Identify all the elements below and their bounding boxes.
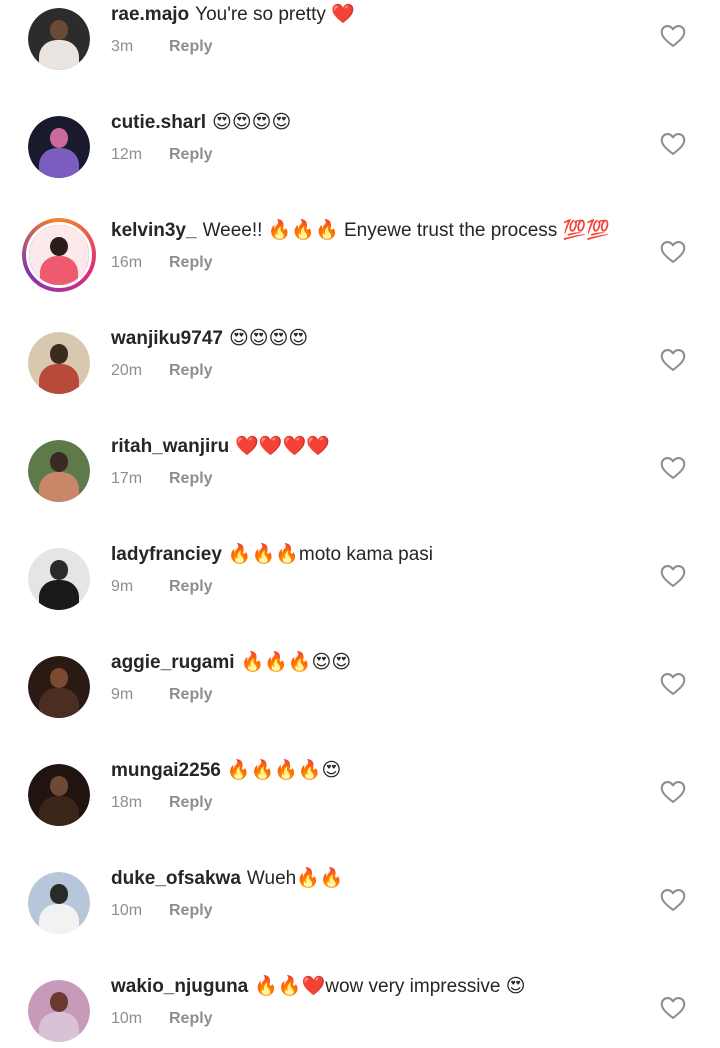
avatar[interactable] [28, 440, 90, 502]
heart-outline-icon[interactable] [660, 564, 686, 588]
avatar[interactable] [22, 218, 96, 292]
reply-button[interactable]: Reply [169, 254, 213, 271]
comment-meta: 12m Reply [111, 144, 213, 166]
comment-item: ritah_wanjiru ❤️❤️❤️❤️ 17m Reply [0, 432, 720, 540]
comment-item: cutie.sharl 😍😍😍😍 12m Reply [0, 108, 720, 216]
comment-timestamp: 10m [111, 902, 143, 919]
comment-text: ❤️❤️❤️❤️ [235, 436, 330, 457]
heart-outline-icon[interactable] [660, 348, 686, 372]
avatar[interactable] [28, 872, 90, 934]
reply-button[interactable]: Reply [169, 470, 213, 487]
comment-body: cutie.sharl 😍😍😍😍 [111, 110, 291, 136]
comment-timestamp: 12m [111, 146, 143, 163]
comment-body: aggie_rugami 🔥🔥🔥😍😍 [111, 650, 351, 676]
comment-meta: 9m Reply [111, 684, 213, 706]
comment-username[interactable]: aggie_rugami [111, 652, 235, 673]
comment-meta: 3m Reply [111, 36, 213, 58]
reply-button[interactable]: Reply [169, 146, 213, 163]
comment-item: ladyfranciey 🔥🔥🔥moto kama pasi 9m Reply [0, 540, 720, 648]
avatar[interactable] [28, 980, 90, 1042]
reply-button[interactable]: Reply [169, 1010, 213, 1027]
comment-body: wanjiku9747 😍😍😍😍 [111, 326, 308, 352]
comment-timestamp: 20m [111, 362, 143, 379]
avatar[interactable] [28, 116, 90, 178]
heart-outline-icon[interactable] [660, 240, 686, 264]
comment-body: rae.majo You're so pretty ❤️ [111, 2, 355, 28]
heart-outline-icon[interactable] [660, 132, 686, 156]
heart-outline-icon[interactable] [660, 24, 686, 48]
avatar[interactable] [28, 764, 90, 826]
comments-list: rae.majo You're so pretty ❤️ 3m Reply cutie.… [0, 0, 720, 1048]
reply-button[interactable]: Reply [169, 794, 213, 811]
comment-username[interactable]: rae.majo [111, 4, 189, 25]
comment-timestamp: 3m [111, 38, 134, 55]
comment-meta: 9m Reply [111, 576, 213, 598]
comment-timestamp: 17m [111, 470, 143, 487]
reply-button[interactable]: Reply [169, 686, 213, 703]
comment-username[interactable]: wakio_njuguna [111, 976, 248, 997]
comment-body: kelvin3y_ Weee!! 🔥🔥🔥 Enyewe trust the pro… [111, 218, 610, 244]
comment-timestamp: 18m [111, 794, 143, 811]
comment-item: aggie_rugami 🔥🔥🔥😍😍 9m Reply [0, 648, 720, 756]
comment-text: 😍😍😍😍 [212, 112, 292, 133]
comment-timestamp: 9m [111, 686, 134, 703]
avatar[interactable] [28, 332, 90, 394]
comment-item: wanjiku9747 😍😍😍😍 20m Reply [0, 324, 720, 432]
comment-username[interactable]: kelvin3y_ [111, 220, 197, 241]
comment-username[interactable]: mungai2256 [111, 760, 221, 781]
comment-meta: 20m Reply [111, 360, 213, 382]
comment-item: duke_ofsakwa Wueh🔥🔥 10m Reply [0, 864, 720, 972]
comment-item: kelvin3y_ Weee!! 🔥🔥🔥 Enyewe trust the pro… [0, 216, 720, 324]
comment-username[interactable]: ritah_wanjiru [111, 436, 229, 457]
comment-text: Wueh🔥🔥 [246, 868, 344, 889]
comment-meta: 17m Reply [111, 468, 213, 490]
reply-button[interactable]: Reply [169, 362, 213, 379]
comment-text: 🔥🔥❤️wow very impressive 😍 [254, 976, 526, 997]
heart-outline-icon[interactable] [660, 672, 686, 696]
comment-text: 🔥🔥🔥🔥😍 [226, 760, 342, 781]
avatar[interactable] [28, 656, 90, 718]
comment-username[interactable]: duke_ofsakwa [111, 868, 241, 889]
comment-text: 😍😍😍😍 [228, 328, 309, 349]
comment-item: mungai2256 🔥🔥🔥🔥😍 18m Reply [0, 756, 720, 864]
avatar[interactable] [28, 548, 90, 610]
comment-timestamp: 16m [111, 254, 143, 271]
comment-body: ritah_wanjiru ❤️❤️❤️❤️ [111, 434, 330, 460]
comment-username[interactable]: wanjiku9747 [111, 328, 223, 349]
comment-body: ladyfranciey 🔥🔥🔥moto kama pasi [111, 542, 433, 568]
comment-body: wakio_njuguna 🔥🔥❤️wow very impressive 😍 [111, 974, 526, 1000]
reply-button[interactable]: Reply [169, 578, 213, 595]
comment-meta: 18m Reply [111, 792, 213, 814]
comment-username[interactable]: cutie.sharl [111, 112, 206, 133]
reply-button[interactable]: Reply [169, 38, 213, 55]
comment-text: You're so pretty ❤️ [195, 4, 355, 25]
comment-meta: 10m Reply [111, 900, 213, 922]
avatar[interactable] [28, 8, 90, 70]
comment-item: wakio_njuguna 🔥🔥❤️wow very impressive 😍 10… [0, 972, 720, 1048]
comment-body: mungai2256 🔥🔥🔥🔥😍 [111, 758, 341, 784]
heart-outline-icon[interactable] [660, 996, 686, 1020]
comment-timestamp: 9m [111, 578, 134, 595]
heart-outline-icon[interactable] [660, 888, 686, 912]
comment-text: Weee!! 🔥🔥🔥 Enyewe trust the process 💯💯 [202, 220, 610, 241]
comment-text: 🔥🔥🔥😍😍 [240, 652, 352, 673]
comment-text: 🔥🔥🔥moto kama pasi [227, 544, 433, 565]
comment-item: rae.majo You're so pretty ❤️ 3m Reply [0, 0, 720, 108]
reply-button[interactable]: Reply [169, 902, 213, 919]
comment-body: duke_ofsakwa Wueh🔥🔥 [111, 866, 344, 892]
comment-meta: 16m Reply [111, 252, 213, 274]
heart-outline-icon[interactable] [660, 456, 686, 480]
heart-outline-icon[interactable] [660, 780, 686, 804]
comment-username[interactable]: ladyfranciey [111, 544, 222, 565]
comment-timestamp: 10m [111, 1010, 143, 1027]
comment-meta: 10m Reply [111, 1008, 213, 1030]
